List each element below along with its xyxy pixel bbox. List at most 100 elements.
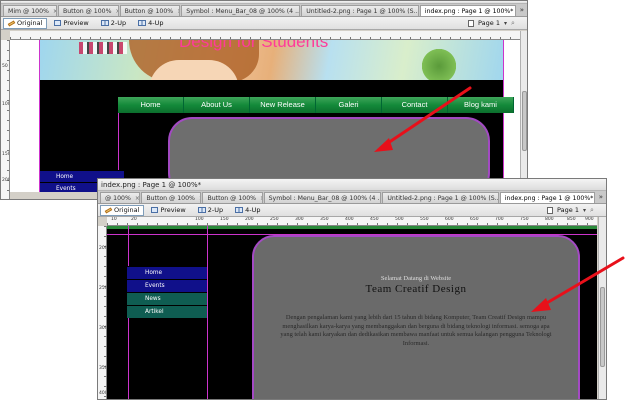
view-toolbar: Original Preview 2-Up 4-Up Page 1 ▾ ⌕ [1,17,527,30]
vertical-scrollbar[interactable] [520,31,527,199]
ruler-label: 150 [220,217,229,222]
main-navigation: Home About Us New Release Galeri Contact… [118,97,514,113]
doc-tab-active[interactable]: index.png : Page 1 @ 100%*× [419,5,516,16]
close-icon[interactable]: × [260,193,262,203]
content-panel: Selamat Datang di Website Team Creatif D… [252,235,580,399]
view-preview-button[interactable]: Preview [49,18,93,29]
nav-galeri[interactable]: Galeri [316,97,382,113]
view-preview-button[interactable]: Preview [146,205,190,216]
close-icon[interactable]: × [116,6,118,16]
close-icon[interactable]: × [135,193,140,203]
page-selector[interactable]: Page 1 ▾ ⌕ [468,19,527,27]
ruler-label: 800 [545,217,554,222]
close-icon[interactable]: × [177,6,179,16]
ruler-label: 850 [567,217,576,222]
doc-tab[interactable]: Untitled-2.png : Page 1 @ 100% (S...× [301,5,419,16]
ruler-label: 550 [420,217,429,222]
side-item-home[interactable]: Home [127,266,207,279]
scrollbar-thumb[interactable] [600,287,605,367]
side-item-events[interactable]: Events [127,279,207,292]
document-canvas[interactable]: Selamat Datang di Website Team Creatif D… [107,226,597,399]
ruler-label: 250 [99,286,107,291]
screenshot-composite: Mim @ 100%× Button @ 100%× Button @ 100%… [0,0,640,400]
editor-window-back: Mim @ 100%× Button @ 100%× Button @ 100%… [0,0,528,200]
side-menu: Home Events News Artikel [127,266,207,318]
banner-title: Design for Students [179,40,329,51]
scrollbar-thumb[interactable] [522,91,527,151]
ruler-label: 250 [270,217,279,222]
page-icon [468,19,475,27]
doc-tab[interactable]: Button @ 100%× [141,192,202,203]
ruler-label: 400 [99,391,107,396]
nav-blog-kami[interactable]: Blog kami [448,97,514,113]
ruler-label: 10 [111,217,117,222]
nav-contact[interactable]: Contact [382,97,448,113]
preview-icon [54,20,62,26]
welcome-text: Selamat Datang di Website [380,275,452,282]
ruler-label: 700 [495,217,504,222]
view-original-button[interactable]: Original [3,17,48,29]
pencil-icon [104,206,113,214]
view-2up-button[interactable]: 2-Up [96,18,131,29]
view-toolbar: Original Preview 2-Up 4-Up Page 1 ▾ ⌕ [98,204,606,217]
doc-tab-active[interactable]: index.png : Page 1 @ 100%*× [499,192,595,203]
doc-tab[interactable]: Symbol : Menu_Bar_08 @ 100% (4 ...× [263,192,382,203]
magnifier-icon[interactable]: ⌕ [511,19,521,27]
view-4up-button[interactable]: 4-Up [133,18,168,29]
document-tabs: Mim @ 100%× Button @ 100%× Button @ 100%… [1,4,527,17]
two-up-icon [100,20,109,26]
ruler-label: 350 [320,217,329,222]
ruler-label: 150 [2,152,10,157]
view-4up-button[interactable]: 4-Up [230,205,265,216]
nav-about-us[interactable]: About Us [184,97,250,113]
doc-tab[interactable]: Untitled-2.png : Page 1 @ 100% (S...× [382,192,499,203]
doc-tab[interactable]: Mim @ 100%× [3,5,57,16]
ruler-label: 600 [445,217,454,222]
ruler-label: 100 [195,217,204,222]
chevron-down-icon[interactable]: ▾ [504,20,507,27]
four-up-icon [138,20,147,26]
preview-icon [151,207,159,213]
ruler-label: 20 [131,217,137,222]
nav-bar-edge [107,226,597,229]
page-selector[interactable]: Page 1 ▾ ⌕ [547,206,606,214]
side-item-news[interactable]: News [127,292,207,305]
chevron-down-icon[interactable]: ▾ [583,207,586,214]
ruler-label: 100 [2,102,10,107]
close-icon[interactable]: × [53,6,56,16]
ruler-label: 400 [345,217,354,222]
ruler-label: 900 [585,217,594,222]
site-title: Team Creatif Design [365,283,467,295]
doc-tab[interactable]: Button @ 100%× [57,5,119,16]
vertical-scrollbar[interactable] [598,217,606,399]
ruler-label: 200 [2,178,10,183]
nav-new-release[interactable]: New Release [250,97,316,113]
vertical-ruler: 50 100 150 200 [1,40,10,199]
vertical-ruler: 200 250 300 350 400 [98,226,107,399]
layout-guide [503,40,504,192]
tabs-overflow-button[interactable]: » [596,192,606,203]
ruler-label: 200 [245,217,254,222]
ruler-label: 500 [395,217,404,222]
view-original-button[interactable]: Original [100,204,145,216]
pencil-icon [7,19,16,27]
doc-tab[interactable]: Symbol : Menu_Bar_08 @ 100% (4 ...× [181,5,301,16]
page-icon [547,206,554,214]
ruler-label: 350 [99,366,107,371]
magnifier-icon[interactable]: ⌕ [590,206,600,214]
tabs-overflow-button[interactable]: » [517,5,527,16]
document-tabs: @ 100%× Button @ 100%× Button @ 100%× Sy… [98,191,606,204]
intro-paragraph: Dengan pengalaman kami yang lebih dari 1… [280,314,552,347]
doc-tab[interactable]: @ 100% × [100,192,141,203]
doc-tab[interactable]: Button @ 100%× [119,5,181,16]
ruler-label: 200 [99,246,107,251]
ruler-label: 450 [370,217,379,222]
document-canvas[interactable]: Design for Students Home About Us New Re… [10,40,520,192]
close-icon[interactable]: × [199,193,201,203]
nav-home[interactable]: Home [118,97,184,113]
view-2up-button[interactable]: 2-Up [193,205,228,216]
doc-tab[interactable]: Button @ 100%× [202,192,263,203]
horizontal-ruler: 10 20 100 150 200 250 300 350 400 450 50… [107,217,597,226]
side-item-artikel[interactable]: Artikel [127,305,207,318]
banner-bottom-band [39,80,503,95]
